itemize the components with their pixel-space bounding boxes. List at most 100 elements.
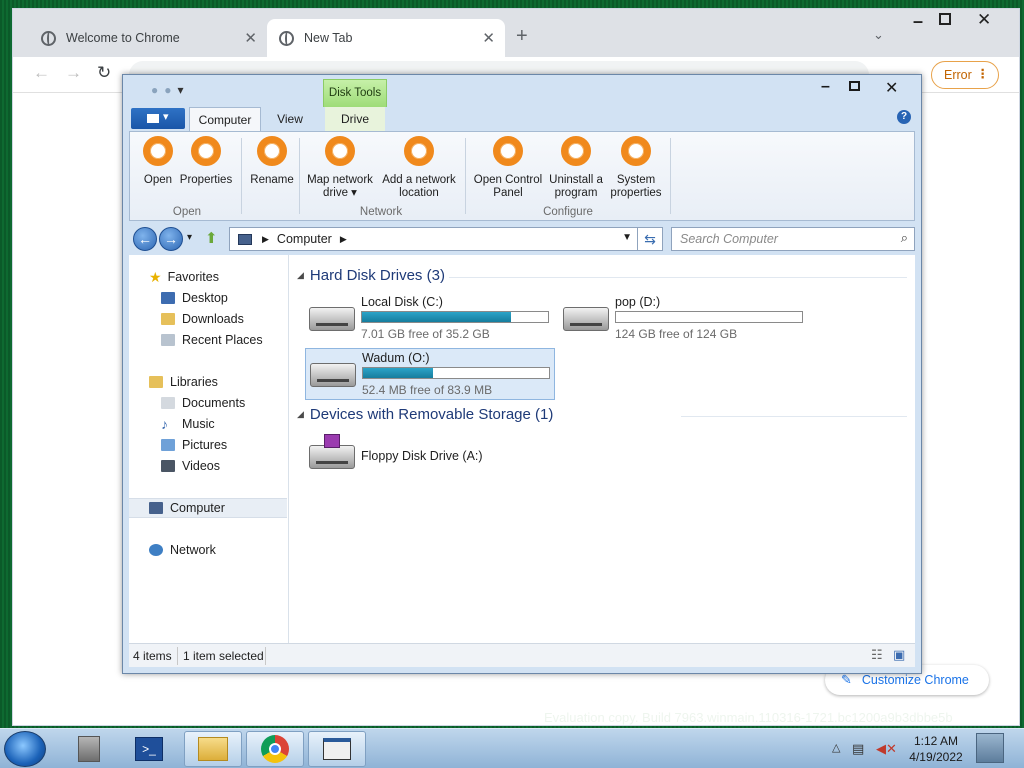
drive-d[interactable]: pop (D:) 124 GB free of 124 GB <box>559 293 809 345</box>
search-input[interactable]: Search Computer ⌕ <box>671 227 915 251</box>
explorer-taskbar-icon[interactable] <box>184 731 242 767</box>
star-icon: ★ <box>149 268 162 285</box>
nav-network[interactable]: Network <box>129 540 287 560</box>
menu-icon[interactable]: ⋮ <box>977 66 990 81</box>
uninstall-program-button[interactable]: Uninstall a program <box>546 136 606 200</box>
section-divider <box>681 416 907 417</box>
qat-dropdown-icon[interactable]: ▾ <box>178 83 184 97</box>
network-tray-icon[interactable]: ▤ <box>852 741 864 757</box>
map-network-drive-button[interactable]: Map network drive ▾ <box>302 136 378 200</box>
ribbon-group-network: Network <box>359 206 403 218</box>
show-hidden-icons[interactable]: △ <box>832 741 840 754</box>
status-selection: 1 item selected <box>183 649 264 663</box>
section-removable-storage[interactable]: ◢ Devices with Removable Storage (1) <box>297 406 553 423</box>
reload-icon[interactable]: ↻ <box>97 63 111 83</box>
address-dropdown-icon[interactable]: ▼ <box>622 232 632 243</box>
forward-icon[interactable]: → <box>65 63 82 83</box>
status-item-count: 4 items <box>133 649 172 663</box>
drive-c[interactable]: Local Disk (C:) 7.01 GB free of 35.2 GB <box>305 293 555 345</box>
clock[interactable]: 1:12 AM 4/19/2022 <box>896 733 976 765</box>
explorer-minimize-button[interactable]: – <box>821 78 830 96</box>
add-network-location-button[interactable]: Add a network location <box>378 136 460 200</box>
large-icons-view-icon[interactable]: ▣ <box>893 647 905 663</box>
system-properties-button[interactable]: System properties <box>604 136 668 200</box>
profile-error-button[interactable]: Error ⋮ <box>931 61 999 89</box>
collapse-icon[interactable]: ◢ <box>297 409 304 420</box>
up-folder-icon[interactable]: ⬆ <box>205 229 218 247</box>
breadcrumb-computer[interactable]: Computer <box>277 232 332 246</box>
help-icon[interactable]: ? <box>897 110 911 124</box>
explorer-close-button[interactable]: ✕ <box>885 78 898 98</box>
tab-drive[interactable]: Drive <box>325 107 385 131</box>
nav-desktop[interactable]: Desktop <box>129 288 287 308</box>
videos-icon <box>161 460 175 472</box>
desktop-icon <box>161 292 175 304</box>
close-button[interactable]: ✕ <box>977 10 991 30</box>
clock-date: 4/19/2022 <box>909 750 963 764</box>
status-separator <box>265 647 266 665</box>
volume-muted-icon[interactable]: ◀✕ <box>876 741 897 757</box>
tab-search-icon[interactable]: ⌄ <box>873 27 884 43</box>
nav-downloads[interactable]: Downloads <box>129 309 287 329</box>
maximize-button[interactable] <box>939 13 951 25</box>
floppy-drive-a[interactable]: Floppy Disk Drive (A:) <box>305 431 555 483</box>
user-avatar[interactable] <box>976 733 1004 763</box>
error-label: Error <box>944 68 972 82</box>
details-view-icon[interactable]: ☷ <box>871 647 883 663</box>
search-icon[interactable]: ⌕ <box>901 230 908 246</box>
refresh-button[interactable]: ⇆ <box>637 227 663 251</box>
drive-name: Local Disk (C:) <box>361 295 443 309</box>
back-icon[interactable]: ← <box>133 227 157 251</box>
nav-computer[interactable]: Computer <box>129 498 287 518</box>
nav-recent-places[interactable]: Recent Places <box>129 330 287 350</box>
close-tab-icon[interactable]: ✕ <box>482 29 495 47</box>
properties-qat-icon[interactable]: ● <box>151 83 158 97</box>
rename-icon <box>257 136 287 166</box>
explorer-maximize-button[interactable] <box>849 81 860 91</box>
new-folder-qat-icon[interactable]: ● <box>164 83 171 97</box>
ribbon-tabs: Computer View Drive ? <box>129 107 915 131</box>
open-icon <box>143 136 173 166</box>
address-bar-row: ← → ▾ ⬆ ▶ Computer ▶ ▼ ⇆ Search Computer… <box>129 225 915 253</box>
nav-favorites[interactable]: ★ Favorites <box>129 267 287 287</box>
nav-documents[interactable]: Documents <box>129 393 287 413</box>
breadcrumb-chevron-icon[interactable]: ▶ <box>262 234 269 245</box>
collapse-icon[interactable]: ◢ <box>297 270 304 281</box>
forward-icon[interactable]: → <box>159 227 183 251</box>
breadcrumb-chevron-icon[interactable]: ▶ <box>340 234 347 245</box>
properties-button[interactable]: Properties <box>176 136 236 187</box>
close-tab-icon[interactable]: ✕ <box>244 29 257 47</box>
powershell-taskbar-icon[interactable]: >_ <box>120 731 178 767</box>
open-button[interactable]: Open <box>138 136 178 187</box>
music-icon: ♪ <box>161 416 168 432</box>
nav-videos[interactable]: Videos <box>129 456 287 476</box>
hard-drive-icon <box>310 363 356 387</box>
open-control-panel-button[interactable]: Open Control Panel <box>468 136 548 200</box>
window-taskbar-icon[interactable] <box>308 731 366 767</box>
new-tab-button[interactable]: + <box>516 25 528 48</box>
drive-o[interactable]: Wadum (O:) 52.4 MB free of 83.9 MB <box>305 348 555 400</box>
nav-libraries[interactable]: Libraries <box>129 372 287 392</box>
minimize-button[interactable]: – <box>913 11 923 32</box>
nav-pictures[interactable]: Pictures <box>129 435 287 455</box>
server-manager-taskbar-icon[interactable] <box>60 731 118 767</box>
rename-button[interactable]: Rename <box>244 136 300 187</box>
address-box[interactable]: ▶ Computer ▶ ▼ <box>229 227 639 251</box>
tab-computer[interactable]: Computer <box>189 107 261 131</box>
tab-view[interactable]: View <box>263 107 317 131</box>
start-button[interactable] <box>4 731 46 767</box>
explorer-titlebar: ● ● ▾ Disk Tools – ✕ <box>123 75 921 107</box>
section-hard-disk-drives[interactable]: ◢ Hard Disk Drives (3) <box>297 267 445 284</box>
chrome-icon <box>279 30 294 46</box>
back-icon[interactable]: ← <box>33 63 50 83</box>
search-placeholder: Search Computer <box>680 232 778 246</box>
map-network-drive-icon <box>325 136 355 166</box>
recent-pages-icon[interactable]: ▾ <box>187 232 192 243</box>
status-separator <box>177 647 178 665</box>
chrome-taskbar-icon[interactable] <box>246 731 304 767</box>
drive-name: Floppy Disk Drive (A:) <box>361 449 483 463</box>
file-menu-button[interactable] <box>131 108 185 129</box>
tab-new-tab[interactable]: New Tab ✕ <box>267 19 505 57</box>
nav-music[interactable]: ♪ Music <box>129 414 287 434</box>
tab-welcome[interactable]: Welcome to Chrome ✕ <box>29 19 267 57</box>
